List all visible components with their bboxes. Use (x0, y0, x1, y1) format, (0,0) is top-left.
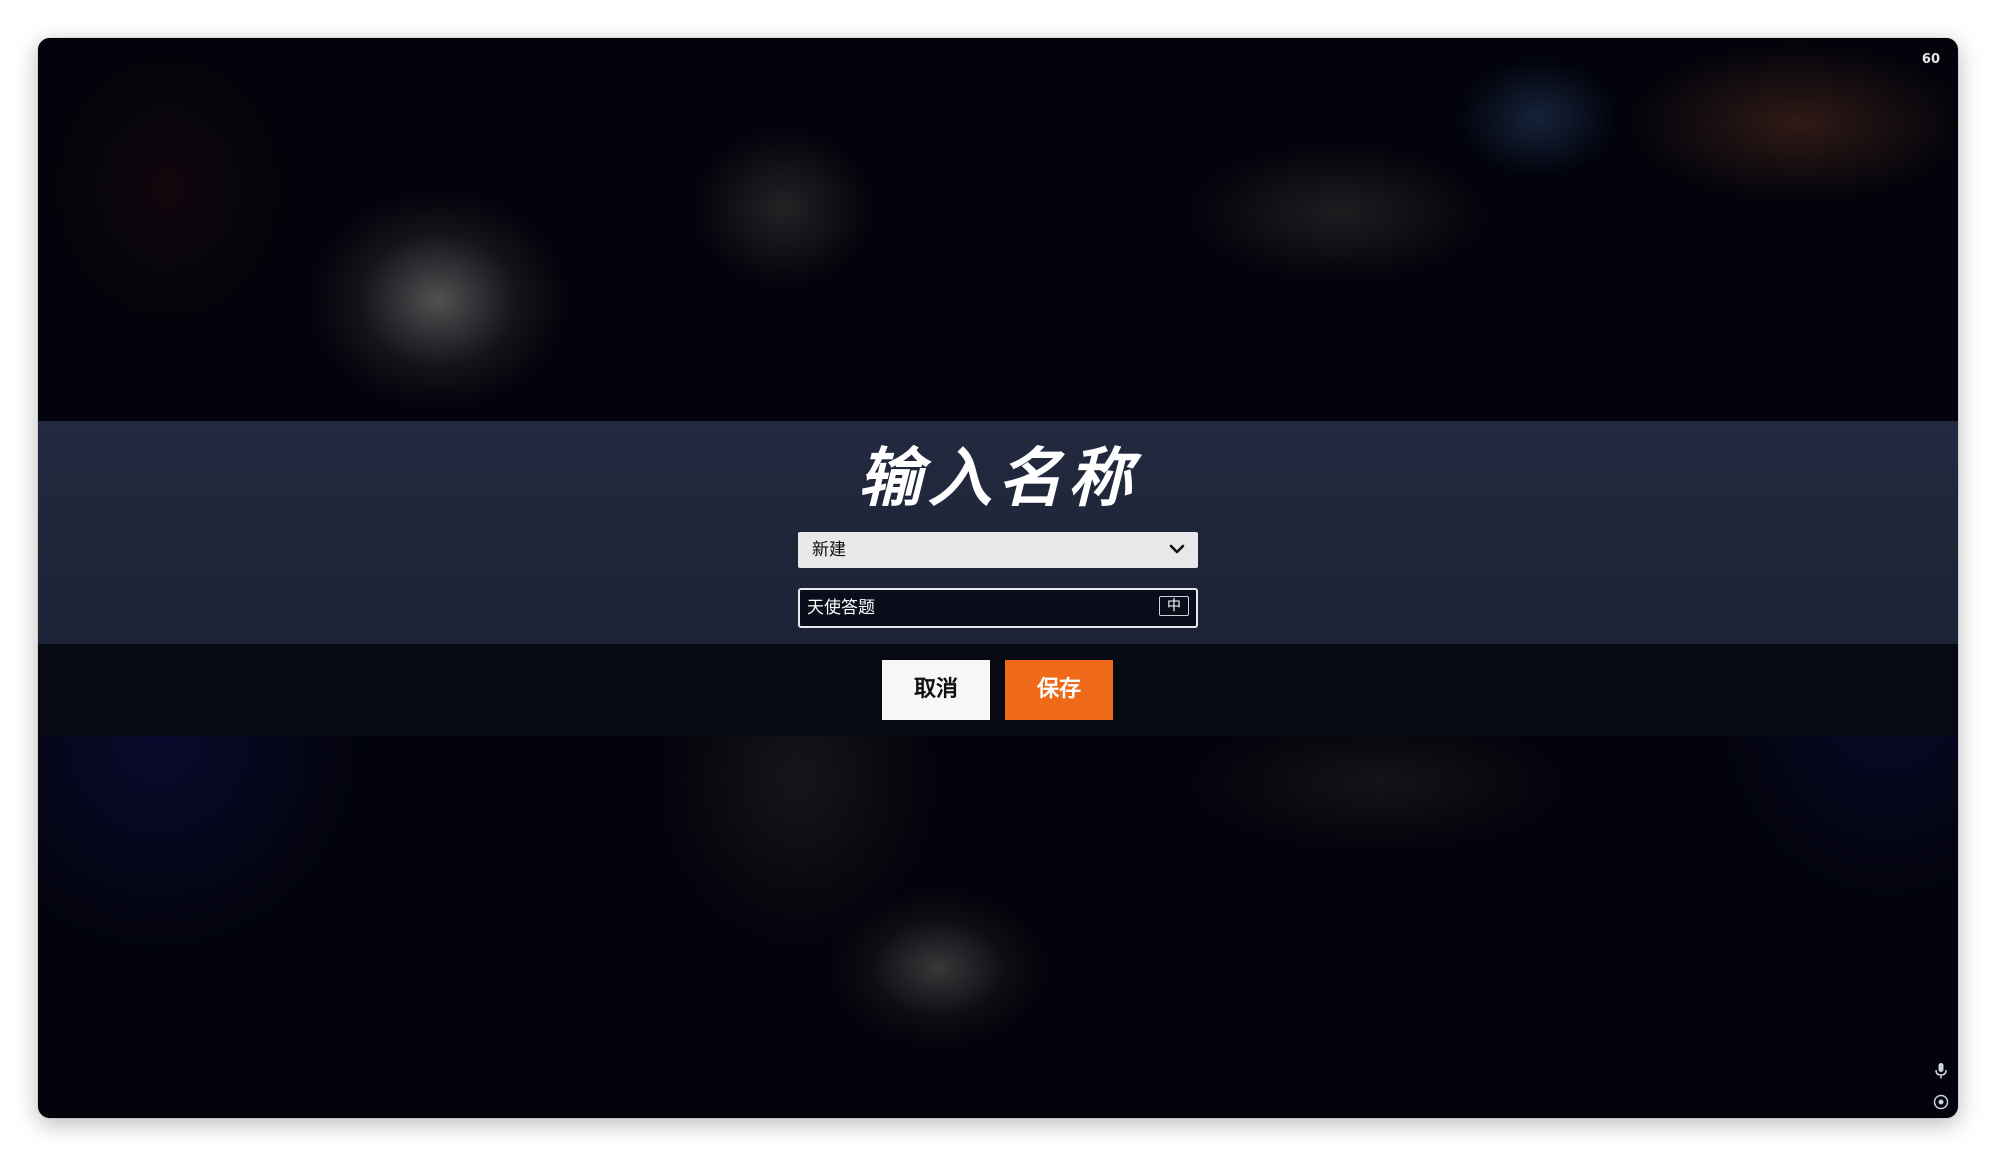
ime-indicator[interactable]: 中 (1159, 596, 1189, 616)
microphone-icon[interactable] (1934, 1062, 1948, 1080)
dropdown-selected-value: 新建 (812, 540, 846, 560)
name-dropdown[interactable]: 新建 (798, 532, 1198, 568)
chevron-down-icon (1169, 544, 1185, 554)
dialog-title: 输入名称 (858, 442, 1138, 516)
save-button[interactable]: 保存 (1005, 660, 1113, 720)
name-input-value: 天使答题 (807, 598, 875, 618)
app-window: 60 输入名称 新建 天使答题 中 取消 保存 (38, 38, 1958, 1118)
cancel-button[interactable]: 取消 (882, 660, 990, 720)
button-bar (38, 644, 1958, 736)
name-input[interactable]: 天使答题 中 (798, 588, 1198, 628)
fps-counter: 60 (1921, 52, 1940, 67)
settings-dot-icon[interactable] (1933, 1094, 1949, 1110)
